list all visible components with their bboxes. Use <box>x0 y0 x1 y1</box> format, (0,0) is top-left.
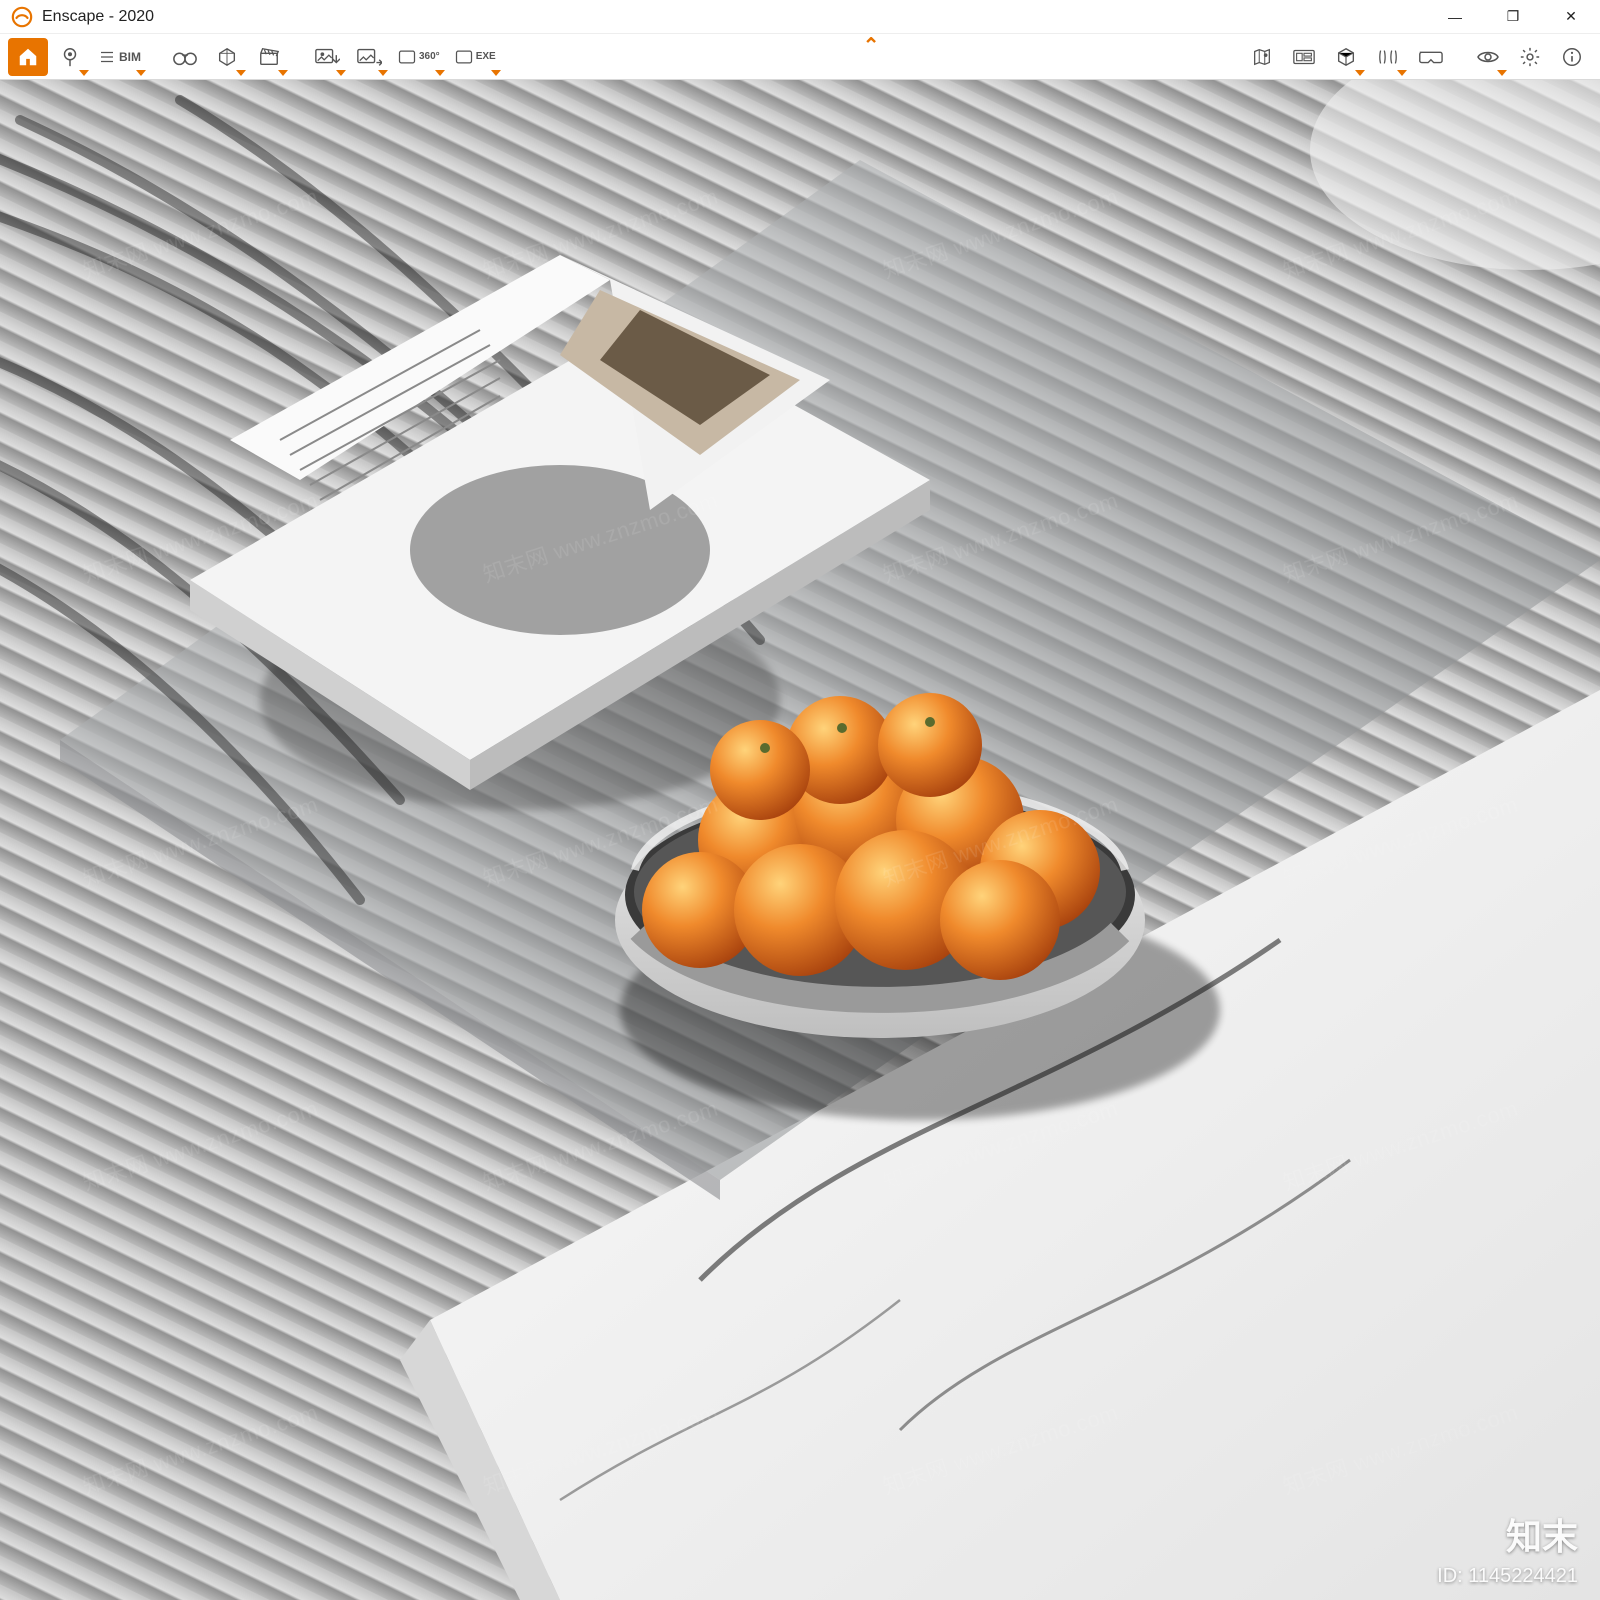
render-viewport[interactable]: 知末网 www.znzmo.com 知末网 www.znzmo.com 知末网 … <box>0 80 1600 1600</box>
screenshot-button[interactable] <box>307 38 347 76</box>
list-icon <box>98 46 116 68</box>
exe-label: EXE <box>476 51 496 62</box>
settings-button[interactable] <box>1510 38 1550 76</box>
chevron-down-icon <box>79 70 89 76</box>
export-image-icon <box>356 46 382 68</box>
asset-library-icon <box>1292 46 1316 68</box>
link-model-button[interactable] <box>1368 38 1408 76</box>
rendered-scene <box>0 80 1600 1600</box>
export-image-button[interactable] <box>349 38 389 76</box>
title-bar: Enscape - 2020 — ❐ ✕ <box>0 0 1600 34</box>
bim-mode-button[interactable]: BIM <box>92 38 147 76</box>
favorites-button[interactable] <box>50 38 90 76</box>
chevron-down-icon <box>136 70 146 76</box>
main-toolbar: BIM 360° EXE <box>0 34 1600 80</box>
asset-library-button[interactable] <box>1284 38 1324 76</box>
walkthrough-button[interactable] <box>165 38 205 76</box>
home-icon <box>17 46 39 68</box>
chevron-down-icon <box>278 70 288 76</box>
chevron-down-icon <box>1355 70 1365 76</box>
chevron-down-icon <box>236 70 246 76</box>
window-controls: — ❐ ✕ <box>1426 0 1600 34</box>
map-button[interactable] <box>1242 38 1282 76</box>
gear-icon <box>1519 46 1541 68</box>
clapperboard-icon <box>257 46 281 68</box>
window-title: Enscape - 2020 <box>42 8 154 26</box>
bim-label: BIM <box>119 50 141 64</box>
app-logo-icon <box>10 5 34 29</box>
home-button[interactable] <box>8 38 48 76</box>
pano-label: 360° <box>419 51 440 62</box>
minimize-button[interactable]: — <box>1426 0 1484 34</box>
vr-button[interactable] <box>1410 38 1450 76</box>
video-button[interactable] <box>249 38 289 76</box>
expand-toolbar-icon[interactable]: ⌃ <box>863 33 880 58</box>
panorama-icon <box>397 47 417 67</box>
cube-3d-button[interactable] <box>1326 38 1366 76</box>
screenshot-icon <box>314 46 340 68</box>
maximize-button[interactable]: ❐ <box>1484 0 1542 34</box>
link-icon <box>1376 46 1400 68</box>
chevron-down-icon <box>491 70 501 76</box>
exe-export-button[interactable]: EXE <box>448 38 502 76</box>
map-icon <box>1251 46 1273 68</box>
chevron-down-icon <box>1397 70 1407 76</box>
chevron-down-icon <box>336 70 346 76</box>
visual-settings-button[interactable] <box>1468 38 1508 76</box>
vr-headset-icon <box>1417 46 1443 68</box>
chevron-down-icon <box>1497 70 1507 76</box>
views-icon <box>216 46 238 68</box>
panorama-button[interactable]: 360° <box>391 38 446 76</box>
close-button[interactable]: ✕ <box>1542 0 1600 34</box>
asset-id-label: ID: 1145224421 <box>1437 1565 1578 1588</box>
cube-icon <box>1335 46 1357 68</box>
app-window: Enscape - 2020 — ❐ ✕ BIM <box>0 0 1600 1600</box>
eye-icon <box>1476 46 1500 68</box>
info-icon <box>1561 46 1583 68</box>
chevron-down-icon <box>435 70 445 76</box>
chevron-down-icon <box>378 70 388 76</box>
exe-icon <box>454 47 474 67</box>
brand-logo-text: 知末 <box>1506 1508 1578 1560</box>
binoculars-icon <box>172 46 198 68</box>
views-button[interactable] <box>207 38 247 76</box>
help-button[interactable] <box>1552 38 1592 76</box>
pin-icon <box>59 46 81 68</box>
